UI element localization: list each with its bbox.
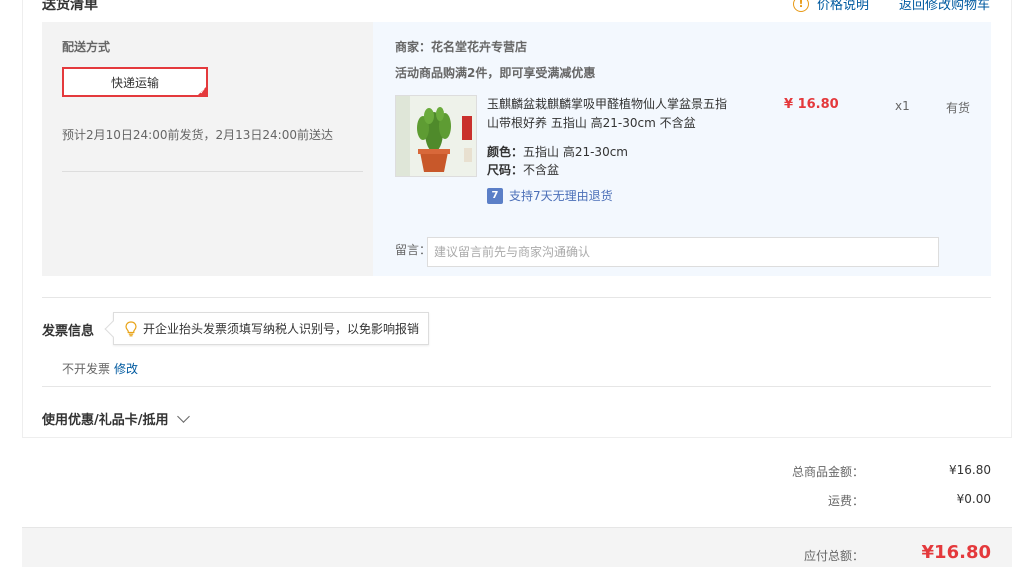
chevron-down-icon <box>176 409 190 423</box>
product-color: 颜色：五指山 高21-30cm <box>487 143 628 160</box>
shipping-fee-value: ¥0.00 <box>956 492 991 506</box>
invoice-status: 不开发票 <box>62 362 111 376</box>
price-note-link[interactable]: ! 价格说明 <box>792 0 869 13</box>
product-price: ¥ 16.80 <box>784 97 839 112</box>
invoice-title: 发票信息 <box>42 324 95 339</box>
payable-value: ¥16.80 <box>921 542 991 563</box>
check-icon: ✓ <box>199 87 206 96</box>
price-note-label: 价格说明 <box>816 0 869 13</box>
color-label: 颜色： <box>487 145 524 159</box>
shipping-option-label: 快递运输 <box>110 75 159 90</box>
product-name[interactable]: 玉麒麟盆栽麒麟掌吸甲醛植物仙人掌盆景五指山带根好养 五指山 高21-30cm 不… <box>487 95 737 133</box>
return-policy[interactable]: 7 支持7天无理由退货 <box>487 187 613 204</box>
invoice-tip-text: 开企业抬头发票须填写纳税人识别号，以免影响报销 <box>143 322 420 336</box>
section-title: 送货清单 <box>42 0 98 13</box>
lightbulb-icon <box>124 320 138 337</box>
product-size: 尺码：不含盆 <box>487 161 559 178</box>
shipping-fee-label: 运费： <box>827 494 864 508</box>
stock-status: 有货 <box>946 101 971 115</box>
header-links: ! 价格说明 返回修改购物车 <box>792 0 990 13</box>
delivery-estimate: 预计2月10日24:00前发货，2月13日24:00前送达 <box>62 128 333 142</box>
merchant-label: 商家： <box>395 40 432 54</box>
seven-day-return-icon: 7 <box>487 187 503 204</box>
message-input[interactable] <box>427 237 939 267</box>
goods-total-label: 总商品金额： <box>791 465 864 479</box>
invoice-edit-link[interactable]: 修改 <box>114 362 138 376</box>
divider <box>62 171 363 172</box>
warning-circle-icon: ! <box>792 0 809 12</box>
goods-total-value: ¥16.80 <box>949 463 991 477</box>
message-label: 留言： <box>395 243 432 257</box>
product-quantity: x1 <box>895 99 910 113</box>
divider <box>42 297 991 298</box>
size-value: 不含盆 <box>523 163 560 177</box>
divider <box>42 386 991 387</box>
promo-text: 活动商品购满2件，即可享受满减优惠 <box>395 66 596 80</box>
return-policy-label: 支持7天无理由退货 <box>509 189 613 203</box>
product-thumbnail[interactable] <box>395 95 477 177</box>
color-value: 五指山 高21-30cm <box>523 145 628 159</box>
coupon-toggle[interactable]: 使用优惠/礼品卡/抵用 <box>42 409 190 428</box>
payable-label: 应付总额： <box>803 549 864 563</box>
shipping-method-label: 配送方式 <box>62 40 111 54</box>
back-to-cart-label: 返回修改购物车 <box>898 0 990 13</box>
plant-image <box>396 96 476 176</box>
merchant-info: 商家：花名堂花卉专营店 <box>395 38 527 55</box>
coupon-label: 使用优惠/礼品卡/抵用 <box>42 413 169 428</box>
invoice-value: 不开发票 修改 <box>62 360 138 377</box>
back-to-cart-link[interactable]: 返回修改购物车 <box>899 0 990 13</box>
shipping-option-express[interactable]: 快递运输 ✓ <box>62 67 208 97</box>
merchant-name: 花名堂花卉专营店 <box>431 40 528 54</box>
size-label: 尺码： <box>487 163 524 177</box>
invoice-tip: 开企业抬头发票须填写纳税人识别号，以免影响报销 <box>104 312 429 345</box>
